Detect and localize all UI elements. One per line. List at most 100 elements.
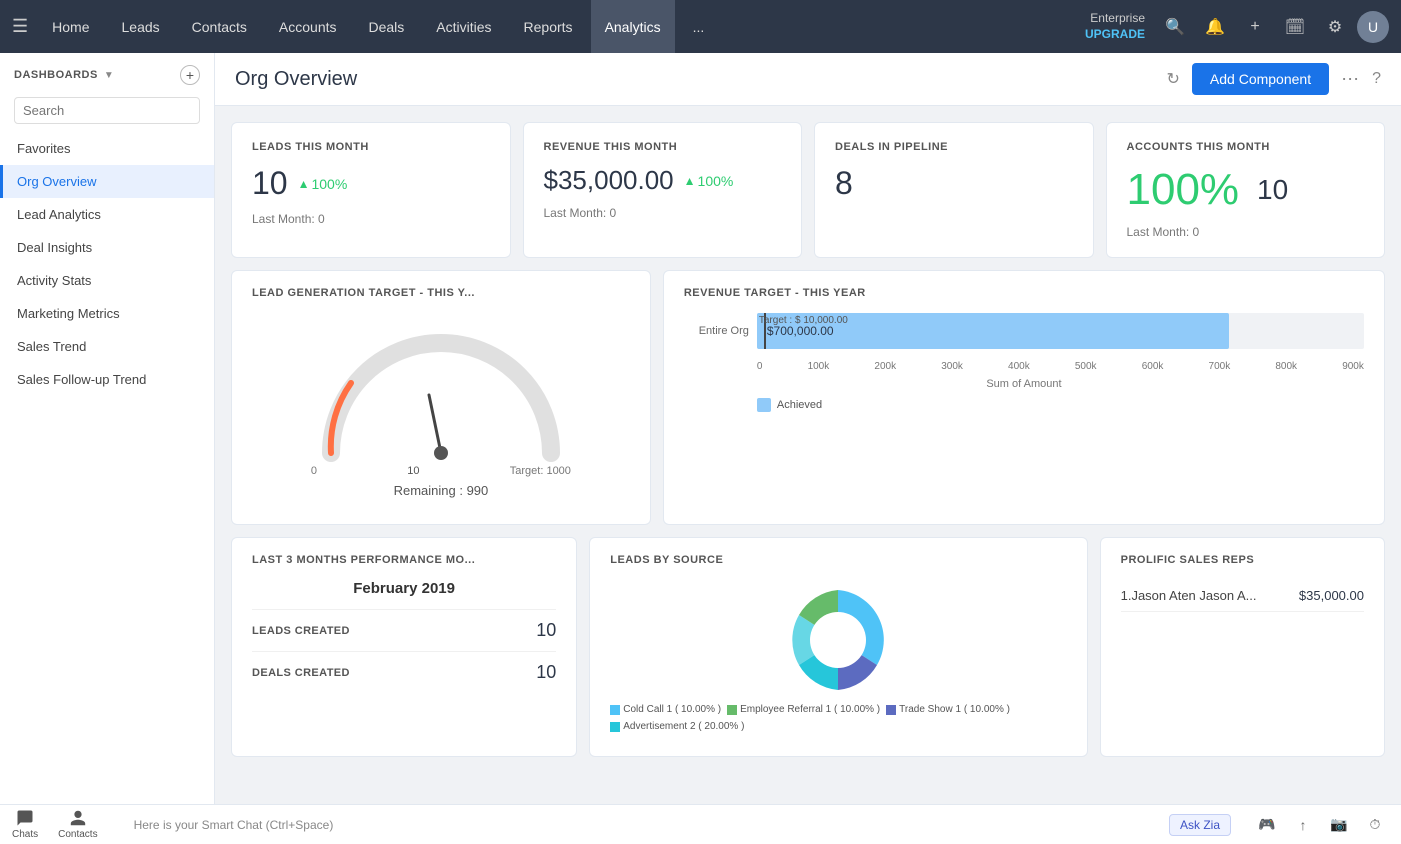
- revenue-month-value: $35,000.00 ▲ 100%: [544, 165, 782, 196]
- alarm-icon[interactable]: ⏱: [1361, 811, 1389, 839]
- gauge-zero: 0: [311, 465, 317, 477]
- bar-chart-area: Entire Org $700,000.00 Target : $ 10,000…: [684, 313, 1364, 357]
- leads-source-title: LEADS BY SOURCE: [610, 554, 1066, 566]
- legend-employee-referral: Employee Referral 1 ( 10.00% ): [727, 704, 880, 715]
- dashboards-label: DASHBOARDS: [14, 69, 98, 81]
- revenue-target-title: REVENUE TARGET - THIS YEAR: [684, 287, 1364, 299]
- revenue-target-card: REVENUE TARGET - THIS YEAR Entire Org $7…: [663, 270, 1385, 525]
- bar-track: $700,000.00 Target : $ 10,000.00: [757, 313, 1364, 349]
- lead-gen-target-card: LEAD GENERATION TARGET - THIS Y...: [231, 270, 651, 525]
- prolific-value: $35,000.00: [1299, 588, 1364, 603]
- hamburger-icon[interactable]: ☰: [12, 16, 28, 37]
- arrow-up-icon: ▲: [298, 177, 310, 191]
- prolific-item: 1.Jason Aten Jason A... $35,000.00: [1121, 580, 1364, 612]
- nav-activities[interactable]: Activities: [422, 0, 505, 53]
- gauge-remaining: Remaining : 990: [394, 483, 489, 498]
- deals-pipeline-value: 8: [835, 165, 1073, 202]
- revenue-month-footer: Last Month: 0: [544, 206, 782, 220]
- arrow-up-icon: ▲: [684, 174, 696, 188]
- sidebar-item-sales-followup[interactable]: Sales Follow-up Trend: [0, 363, 214, 396]
- content-header: Org Overview ↻ Add Component ⋯ ?: [215, 53, 1401, 106]
- sidebar-item-deal-insights[interactable]: Deal Insights: [0, 231, 214, 264]
- revenue-month-label: REVENUE THIS MONTH: [544, 141, 782, 153]
- perf-deals-label: DEALS CREATED: [252, 667, 350, 679]
- bell-icon[interactable]: 🔔: [1197, 9, 1233, 45]
- perf-card: LAST 3 MONTHS PERFORMANCE MO... February…: [231, 537, 577, 757]
- gauge-labels: 0 10 Target: 1000: [311, 465, 571, 477]
- refresh-icon[interactable]: ↻: [1167, 69, 1180, 89]
- bar-chart-container: Entire Org $700,000.00 Target : $ 10,000…: [684, 313, 1364, 412]
- sidebar-item-marketing-metrics[interactable]: Marketing Metrics: [0, 297, 214, 330]
- bar-fill-text: $700,000.00: [757, 324, 834, 338]
- revenue-this-month-card: REVENUE THIS MONTH $35,000.00 ▲ 100% Las…: [523, 122, 803, 258]
- prolific-title: PROLIFIC SALES REPS: [1121, 554, 1364, 566]
- nav-analytics[interactable]: Analytics: [591, 0, 675, 53]
- calendar-icon[interactable]: 🗓: [1277, 9, 1313, 45]
- accounts-month-footer: Last Month: 0: [1127, 225, 1365, 239]
- user-avatar[interactable]: U: [1357, 11, 1389, 43]
- nav-contacts[interactable]: Contacts: [178, 0, 261, 53]
- content-area: Org Overview ↻ Add Component ⋯ ? LEADS T…: [215, 53, 1401, 804]
- bar-row-label: Entire Org: [684, 325, 749, 337]
- perf-leads-label: LEADS CREATED: [252, 625, 350, 637]
- add-dashboard-icon[interactable]: +: [180, 65, 200, 85]
- metrics-row: LEADS THIS MONTH 10 ▲ 100% Last Month: 0…: [231, 122, 1385, 258]
- x-axis: 0 100k 200k 300k 400k 500k 600k 700k 800…: [684, 357, 1364, 372]
- lead-gen-title: LEAD GENERATION TARGET - THIS Y...: [252, 287, 630, 299]
- upload-icon[interactable]: ↑: [1289, 811, 1317, 839]
- sidebar-items: Favorites Org Overview Lead Analytics De…: [0, 132, 214, 804]
- sidebar-item-org-overview[interactable]: Org Overview: [0, 165, 214, 198]
- perf-leads-value: 10: [536, 620, 556, 641]
- accounts-this-month-card: ACCOUNTS THIS MONTH 100% 10 Last Month: …: [1106, 122, 1386, 258]
- perf-month: February 2019: [252, 580, 556, 597]
- sidebar-item-lead-analytics[interactable]: Lead Analytics: [0, 198, 214, 231]
- leads-this-month-card: LEADS THIS MONTH 10 ▲ 100% Last Month: 0: [231, 122, 511, 258]
- nav-accounts[interactable]: Accounts: [265, 0, 351, 53]
- settings-icon[interactable]: ⚙: [1317, 9, 1353, 45]
- row3: LAST 3 MONTHS PERFORMANCE MO... February…: [231, 537, 1385, 757]
- add-component-button[interactable]: Add Component: [1192, 63, 1329, 95]
- deals-pipeline-card: DEALS IN PIPELINE 8: [814, 122, 1094, 258]
- main-layout: DASHBOARDS ▼ + Favorites Org Overview Le…: [0, 53, 1401, 804]
- search-input[interactable]: [14, 97, 200, 124]
- accounts-pct: 100%: [1127, 165, 1240, 215]
- gamepad-icon[interactable]: 🎮: [1253, 811, 1281, 839]
- leads-month-footer: Last Month: 0: [252, 212, 490, 226]
- sidebar-item-sales-trend[interactable]: Sales Trend: [0, 330, 214, 363]
- accounts-count: 10: [1257, 174, 1288, 206]
- sidebar-search-container: [0, 93, 214, 132]
- prolific-name: 1.Jason Aten Jason A...: [1121, 588, 1257, 603]
- help-icon[interactable]: ?: [1372, 70, 1381, 88]
- x-axis-title: Sum of Amount: [684, 378, 1364, 390]
- sidebar-item-activity-stats[interactable]: Activity Stats: [0, 264, 214, 297]
- dashboard-grid: LEADS THIS MONTH 10 ▲ 100% Last Month: 0…: [215, 106, 1401, 804]
- legend-advertisement: Advertisement 2 ( 20.00% ): [610, 721, 744, 732]
- leads-month-pct: ▲ 100%: [298, 176, 348, 192]
- broadcast-icon[interactable]: 📷: [1325, 811, 1353, 839]
- bottom-nav-chats[interactable]: Chats: [12, 809, 38, 840]
- legend-achieved-label: Achieved: [777, 399, 822, 411]
- add-icon[interactable]: +: [1237, 9, 1273, 45]
- legend-trade-show: Trade Show 1 ( 10.00% ): [886, 704, 1010, 715]
- search-icon[interactable]: 🔍: [1157, 9, 1193, 45]
- nav-more[interactable]: ...: [679, 0, 719, 53]
- leads-month-label: LEADS THIS MONTH: [252, 141, 490, 153]
- nav-reports[interactable]: Reports: [510, 0, 587, 53]
- sidebar-header: DASHBOARDS ▼ +: [0, 53, 214, 93]
- sidebar-item-favorites[interactable]: Favorites: [0, 132, 214, 165]
- pie-chart-container: Cold Call 1 ( 10.00% ) Employee Referral…: [610, 580, 1066, 732]
- gauge-container: 0 10 Target: 1000 Remaining : 990: [252, 313, 630, 508]
- chevron-down-icon[interactable]: ▼: [104, 70, 114, 81]
- nav-home[interactable]: Home: [38, 0, 103, 53]
- bottom-nav: Chats Contacts: [12, 809, 98, 840]
- ask-zia-button[interactable]: Ask Zia: [1169, 814, 1231, 836]
- top-navigation: ☰ Home Leads Contacts Accounts Deals Act…: [0, 0, 1401, 53]
- leads-month-value: 10 ▲ 100%: [252, 165, 490, 202]
- smartchat-bar: Here is your Smart Chat (Ctrl+Space): [134, 818, 1133, 832]
- bottom-nav-contacts[interactable]: Contacts: [58, 809, 97, 840]
- perf-row-deals: DEALS CREATED 10: [252, 651, 556, 693]
- nav-leads[interactable]: Leads: [108, 0, 174, 53]
- more-options-icon[interactable]: ⋯: [1341, 69, 1360, 90]
- gauge-chart: [311, 323, 571, 463]
- nav-deals[interactable]: Deals: [355, 0, 419, 53]
